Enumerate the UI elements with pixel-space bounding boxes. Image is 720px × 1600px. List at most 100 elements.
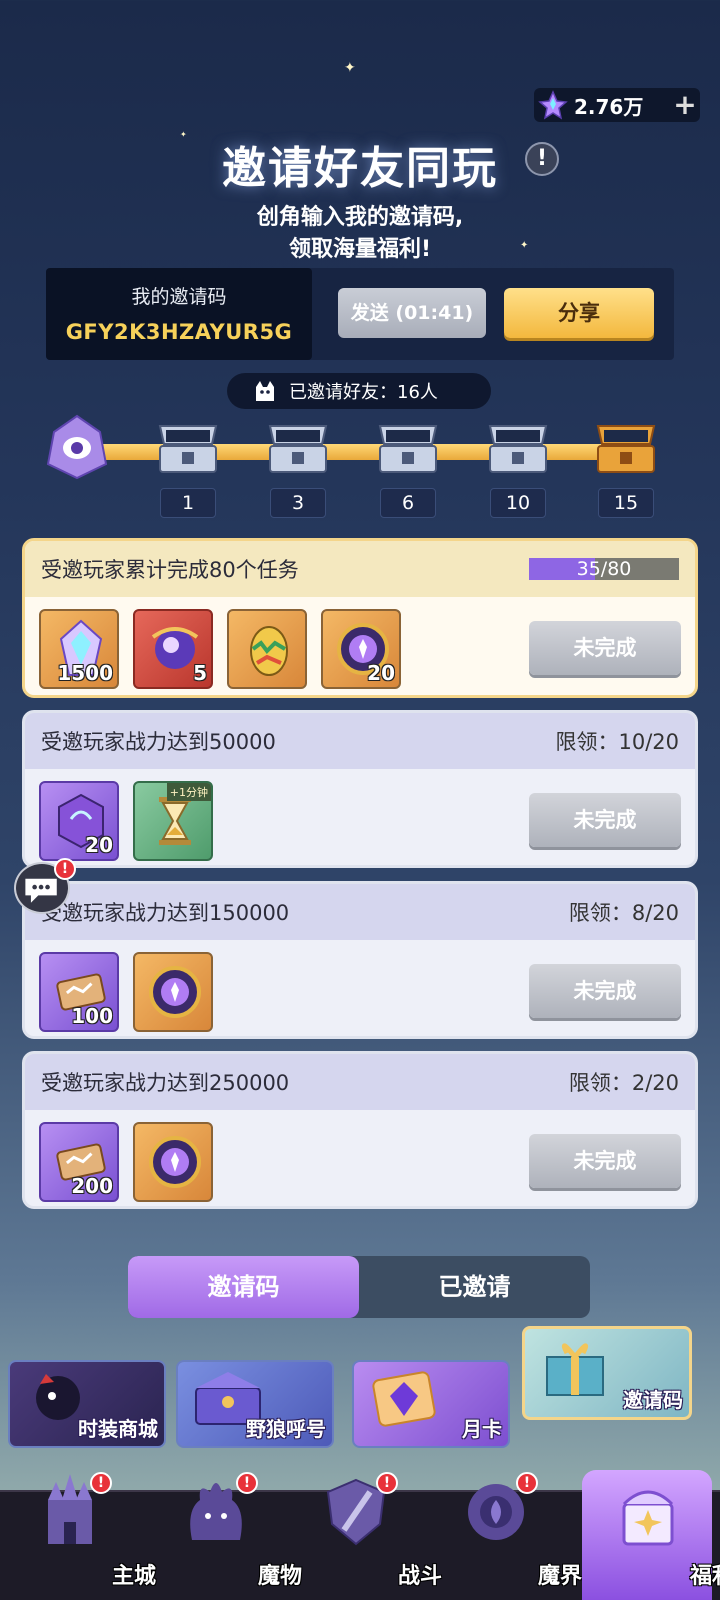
task-card: 受邀玩家战力达到50000 限领：10/20 20 +1分钟 未完成: [22, 710, 698, 868]
reward-item[interactable]: 5: [133, 609, 213, 689]
reward-quantity: 200: [71, 1174, 113, 1198]
milestone-label: 1: [160, 488, 216, 518]
gift-box-icon: [546, 1343, 604, 1396]
feature-banner[interactable]: 野狼呼号: [176, 1360, 334, 1448]
currency-display[interactable]: 2.76万 +: [534, 88, 700, 122]
gold-chest-icon: [596, 425, 656, 473]
task-status-button[interactable]: 未完成: [529, 1134, 681, 1188]
page-title: 邀请好友同玩: [222, 143, 498, 194]
sparkle-icon: ✦: [344, 60, 356, 76]
task-status-button[interactable]: 未完成: [529, 793, 681, 847]
task-header: 受邀玩家战力达到150000 限领：8/20: [25, 884, 695, 940]
subtitle-line: 领取海量福利!: [288, 237, 432, 262]
feature-label: 邀请码: [623, 1388, 683, 1412]
chat-button[interactable]: !: [14, 858, 76, 914]
task-description: 受邀玩家累计完成80个任务: [41, 558, 299, 582]
notification-badge: !: [516, 1472, 538, 1494]
medal-icon: [149, 1136, 201, 1188]
reward-item[interactable]: +1分钟: [133, 781, 213, 861]
reward-item[interactable]: 100: [39, 952, 119, 1032]
task-status-button[interactable]: 未完成: [529, 964, 681, 1018]
tab-invite-code[interactable]: 邀请码: [128, 1256, 359, 1318]
reward-quantity: 1500: [57, 661, 113, 685]
invited-count-pill: 已邀请好友：16人: [227, 373, 491, 409]
task-header: 受邀玩家战力达到50000 限领：10/20: [25, 713, 695, 769]
nav-label: 福利: [689, 1564, 720, 1589]
feature-label: 野狼呼号: [246, 1417, 326, 1441]
invite-code-label: 我的邀请码: [131, 286, 227, 308]
reward-item[interactable]: [227, 609, 307, 689]
eye-crystal-icon: [46, 414, 108, 480]
milestone-label: 15: [598, 488, 654, 518]
bottom-nav: ! 主城 ! 魔物 ! 战斗 ! 魔界 福利: [0, 1470, 720, 1600]
milestone-chest[interactable]: [262, 412, 334, 484]
feature-banner[interactable]: 月卡: [352, 1360, 510, 1448]
egg-icon: [250, 626, 288, 676]
task-description: 受邀玩家战力达到50000: [41, 730, 276, 754]
nav-item[interactable]: ! 战斗: [290, 1472, 442, 1600]
nav-item[interactable]: 福利: [582, 1470, 720, 1600]
treasure-icon: [622, 1490, 674, 1546]
send-button[interactable]: 发送 (01:41): [338, 288, 486, 338]
milestone-chest[interactable]: [152, 412, 224, 484]
notification-badge: !: [376, 1472, 398, 1494]
feature-label: 月卡: [462, 1417, 502, 1441]
reward-item[interactable]: 20: [321, 609, 401, 689]
task-status-button[interactable]: 未完成: [529, 621, 681, 675]
reward-list: 200: [39, 1122, 213, 1202]
nav-item[interactable]: ! 主城: [4, 1472, 156, 1600]
invite-code-value[interactable]: GFY2K3HZAYUR5G: [46, 320, 312, 344]
task-limit: 限领：2/20: [568, 1071, 679, 1095]
reward-quantity: 20: [85, 833, 113, 857]
medal-icon: [149, 966, 201, 1018]
reward-quantity: 5: [193, 661, 207, 685]
reward-item[interactable]: 200: [39, 1122, 119, 1202]
silver-chest-icon: [378, 425, 438, 473]
monthly-card-icon: [372, 1371, 436, 1427]
tab-invited[interactable]: 已邀请: [359, 1256, 590, 1318]
milestone-label: 3: [270, 488, 326, 518]
subtitle-line: 创角输入我的邀请码,: [256, 205, 464, 230]
reward-item[interactable]: [133, 952, 213, 1032]
invite-code-panel: 我的邀请码 GFY2K3HZAYUR5G 发送 (01:41) 分享: [46, 268, 674, 360]
feature-banner[interactable]: 时装商城: [8, 1360, 166, 1448]
nav-item[interactable]: ! 魔物: [150, 1472, 302, 1600]
reward-list: 20 +1分钟: [39, 781, 213, 861]
milestone-chest[interactable]: [372, 412, 444, 484]
task-limit: 限领：8/20: [568, 901, 679, 925]
reward-item[interactable]: [133, 1122, 213, 1202]
reward-quantity: 20: [367, 661, 395, 685]
invite-tabs: 邀请码 已邀请: [128, 1256, 590, 1318]
notification-badge: !: [236, 1472, 258, 1494]
reward-quantity: 100: [71, 1004, 113, 1028]
share-button[interactable]: 分享: [504, 288, 654, 338]
currency-value: 2.76万: [574, 94, 644, 119]
page-subtitle: 创角输入我的邀请码, 领取海量福利!: [0, 202, 720, 266]
task-progress-bar: 35/80: [529, 558, 679, 580]
add-currency-button[interactable]: +: [670, 90, 700, 120]
task-header: 受邀玩家累计完成80个任务 35/80: [25, 541, 695, 597]
task-progress-text: 35/80: [576, 558, 632, 580]
task-card: 受邀玩家累计完成80个任务 35/80 1500 5 20 未完成: [22, 538, 698, 698]
task-description: 受邀玩家战力达到250000: [41, 1071, 290, 1095]
milestone-label: 6: [380, 488, 436, 518]
milestone-chest[interactable]: [590, 412, 662, 484]
star-gem-icon: [538, 90, 568, 120]
reward-list: 100: [39, 952, 213, 1032]
reward-item[interactable]: 1500: [39, 609, 119, 689]
reward-item[interactable]: 20: [39, 781, 119, 861]
task-limit: 限领：10/20: [555, 730, 679, 754]
nav-item[interactable]: ! 魔界: [430, 1472, 582, 1600]
milestone-label: 10: [490, 488, 546, 518]
task-description: 受邀玩家战力达到150000: [41, 901, 290, 925]
silver-chest-icon: [158, 425, 218, 473]
feature-banner[interactable]: 邀请码: [522, 1326, 692, 1420]
reward-tag: +1分钟: [166, 783, 211, 801]
milestone-chest[interactable]: [482, 412, 554, 484]
notification-badge: !: [90, 1472, 112, 1494]
reward-list: 1500 5 20: [39, 609, 401, 689]
invite-code-box: 我的邀请码 GFY2K3HZAYUR5G: [46, 268, 312, 360]
help-button[interactable]: !: [525, 142, 559, 176]
silver-chest-icon: [268, 425, 328, 473]
task-card: 受邀玩家战力达到250000 限领：2/20 200 未完成: [22, 1051, 698, 1209]
